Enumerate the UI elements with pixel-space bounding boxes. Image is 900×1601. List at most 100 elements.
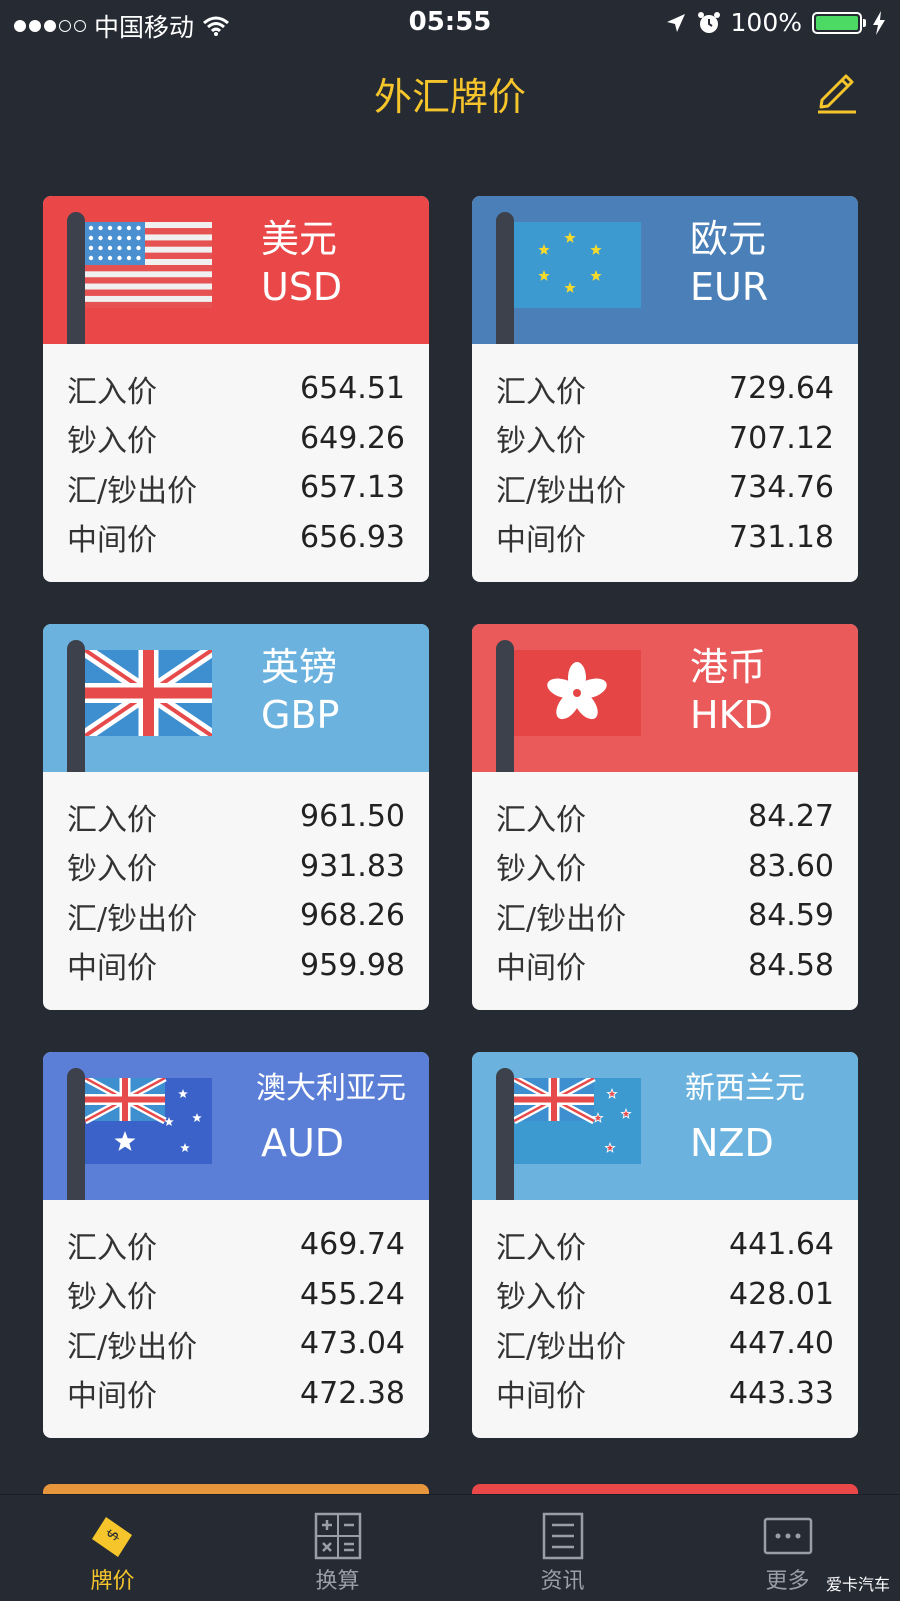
rate-row: 钞入价 83.60: [472, 842, 858, 892]
rate-label: 汇/钞出价: [67, 1329, 198, 1365]
rate-row: 钞入价 428.01: [472, 1270, 858, 1320]
rate-value: 84.27: [748, 799, 834, 835]
rate-label: 汇入价: [67, 374, 157, 410]
alarm-icon: [697, 11, 720, 33]
rate-value: 83.60: [748, 848, 834, 884]
currency-code: AUD: [261, 1121, 345, 1165]
flag-pole: [496, 640, 514, 772]
nav-bar: 外汇牌价: [0, 46, 900, 139]
rate-value: 731.18: [729, 519, 834, 555]
more-icon: [763, 1517, 813, 1555]
us-flag-icon: [85, 222, 212, 308]
card-header: 澳大利亚元 AUD: [43, 1052, 429, 1200]
rate-row: 汇入价 469.74: [43, 1220, 429, 1270]
rate-label: 汇入价: [67, 1230, 157, 1266]
rate-label: 汇/钞出价: [496, 473, 627, 509]
rate-value: 656.93: [300, 519, 405, 555]
currency-card-gbp[interactable]: 英镑 GBP 汇入价 961.50 钞入价 931.83 汇/钞出价 968.2…: [43, 624, 429, 1010]
rate-row: 汇入价 654.51: [43, 364, 429, 414]
rate-value: 455.24: [300, 1276, 405, 1312]
rate-value: 734.76: [729, 470, 834, 506]
rate-label: 汇/钞出价: [496, 1329, 627, 1365]
rate-row: 钞入价 707.12: [472, 414, 858, 464]
battery-icon: [812, 11, 866, 34]
card-header: 欧元 EUR: [472, 196, 858, 344]
currency-card-nzd[interactable]: 新西兰元 NZD 汇入价 441.64 钞入价 428.01 汇/钞出价 447…: [472, 1052, 858, 1438]
flag-pole: [67, 212, 85, 344]
rate-row: 钞入价 455.24: [43, 1270, 429, 1320]
currency-code: USD: [261, 265, 343, 309]
tab-label: 资讯: [540, 1569, 585, 1594]
rate-row: 汇/钞出价 473.04: [43, 1319, 429, 1369]
rate-value: 654.51: [300, 371, 405, 407]
rate-label: 汇入价: [67, 802, 157, 838]
tab-price[interactable]: $ 牌价: [0, 1495, 225, 1601]
rate-value: 469.74: [300, 1227, 405, 1263]
rates-grid[interactable]: 美元 USD 汇入价 654.51 钞入价 649.26 汇/钞出价 657.1…: [0, 138, 900, 1494]
rate-value: 428.01: [729, 1276, 834, 1312]
currency-name: 欧元: [690, 217, 767, 261]
rate-row: 汇/钞出价 84.59: [472, 891, 858, 941]
rate-value: 707.12: [729, 420, 834, 456]
flag-pole: [496, 212, 514, 344]
rate-row: 汇入价 729.64: [472, 364, 858, 414]
card-body: 汇入价 654.51 钞入价 649.26 汇/钞出价 657.13 中间价 6…: [43, 344, 429, 562]
rate-value: 472.38: [300, 1375, 405, 1411]
card-header: 新西兰元 NZD: [472, 1052, 858, 1200]
currency-card-partial[interactable]: [472, 1484, 858, 1494]
edit-pencil-icon[interactable]: [812, 66, 860, 114]
flag-pole: [67, 640, 85, 772]
currency-name: 英镑: [261, 645, 338, 689]
hk-flag-icon: [514, 650, 641, 736]
rate-row: 中间价 443.33: [472, 1369, 858, 1419]
rate-row: 钞入价 649.26: [43, 414, 429, 464]
rate-row: 中间价 84.58: [472, 941, 858, 991]
status-bar: 中国移动 05:55 100%: [0, 0, 900, 46]
rate-value: 657.13: [300, 470, 405, 506]
currency-name: 新西兰元: [685, 1071, 805, 1106]
rate-label: 中间价: [496, 1379, 586, 1415]
tab-convert[interactable]: 换算: [225, 1495, 450, 1601]
rate-value: 959.98: [300, 947, 405, 983]
rate-row: 汇/钞出价 447.40: [472, 1319, 858, 1369]
eu-flag-icon: [514, 222, 641, 308]
card-body: 汇入价 469.74 钞入价 455.24 汇/钞出价 473.04 中间价 4…: [43, 1200, 429, 1418]
rate-label: 钞入价: [496, 424, 586, 460]
rate-row: 汇/钞出价 657.13: [43, 463, 429, 513]
currency-card-hkd[interactable]: 港币 HKD 汇入价 84.27 钞入价 83.60 汇/钞出价 84.59 中…: [472, 624, 858, 1010]
currency-name: 港币: [690, 645, 767, 689]
currency-name: 美元: [261, 217, 338, 261]
rate-label: 汇/钞出价: [496, 901, 627, 937]
rate-row: 汇/钞出价 734.76: [472, 463, 858, 513]
currency-card-usd[interactable]: 美元 USD 汇入价 654.51 钞入价 649.26 汇/钞出价 657.1…: [43, 196, 429, 582]
tab-news[interactable]: 资讯: [450, 1495, 675, 1601]
rate-row: 汇/钞出价 968.26: [43, 891, 429, 941]
rate-row: 汇入价 961.50: [43, 792, 429, 842]
rate-label: 中间价: [67, 1379, 157, 1415]
currency-card-eur[interactable]: 欧元 EUR 汇入价 729.64 钞入价 707.12 汇/钞出价 734.7…: [472, 196, 858, 582]
currency-card-aud[interactable]: 澳大利亚元 AUD 汇入价 469.74 钞入价 455.24 汇/钞出价 47…: [43, 1052, 429, 1438]
au-flag-icon: [85, 1078, 212, 1164]
rate-row: 中间价 731.18: [472, 513, 858, 563]
rate-label: 中间价: [67, 523, 157, 559]
rate-label: 汇入价: [496, 374, 586, 410]
rate-value: 441.64: [729, 1227, 834, 1263]
rate-value: 729.64: [729, 371, 834, 407]
watermark: 爱卡汽车: [825, 1575, 890, 1594]
currency-code: GBP: [261, 693, 340, 737]
currency-card-partial[interactable]: [43, 1484, 429, 1494]
rate-value: 84.59: [748, 898, 834, 934]
rate-label: 汇入价: [496, 1230, 586, 1266]
currency-code: NZD: [690, 1121, 774, 1165]
flag-pole: [496, 1068, 514, 1200]
rate-row: 中间价 472.38: [43, 1369, 429, 1419]
card-body: 汇入价 84.27 钞入价 83.60 汇/钞出价 84.59 中间价 84.5…: [472, 772, 858, 990]
rate-row: 汇入价 84.27: [472, 792, 858, 842]
rate-label: 中间价: [496, 523, 586, 559]
rate-label: 钞入价: [67, 1280, 157, 1316]
status-right: 100%: [665, 8, 886, 37]
price-tag-icon: $: [92, 1517, 132, 1557]
rate-label: 中间价: [496, 951, 586, 987]
rate-label: 钞入价: [496, 1280, 586, 1316]
uk-flag-icon: [85, 650, 212, 736]
